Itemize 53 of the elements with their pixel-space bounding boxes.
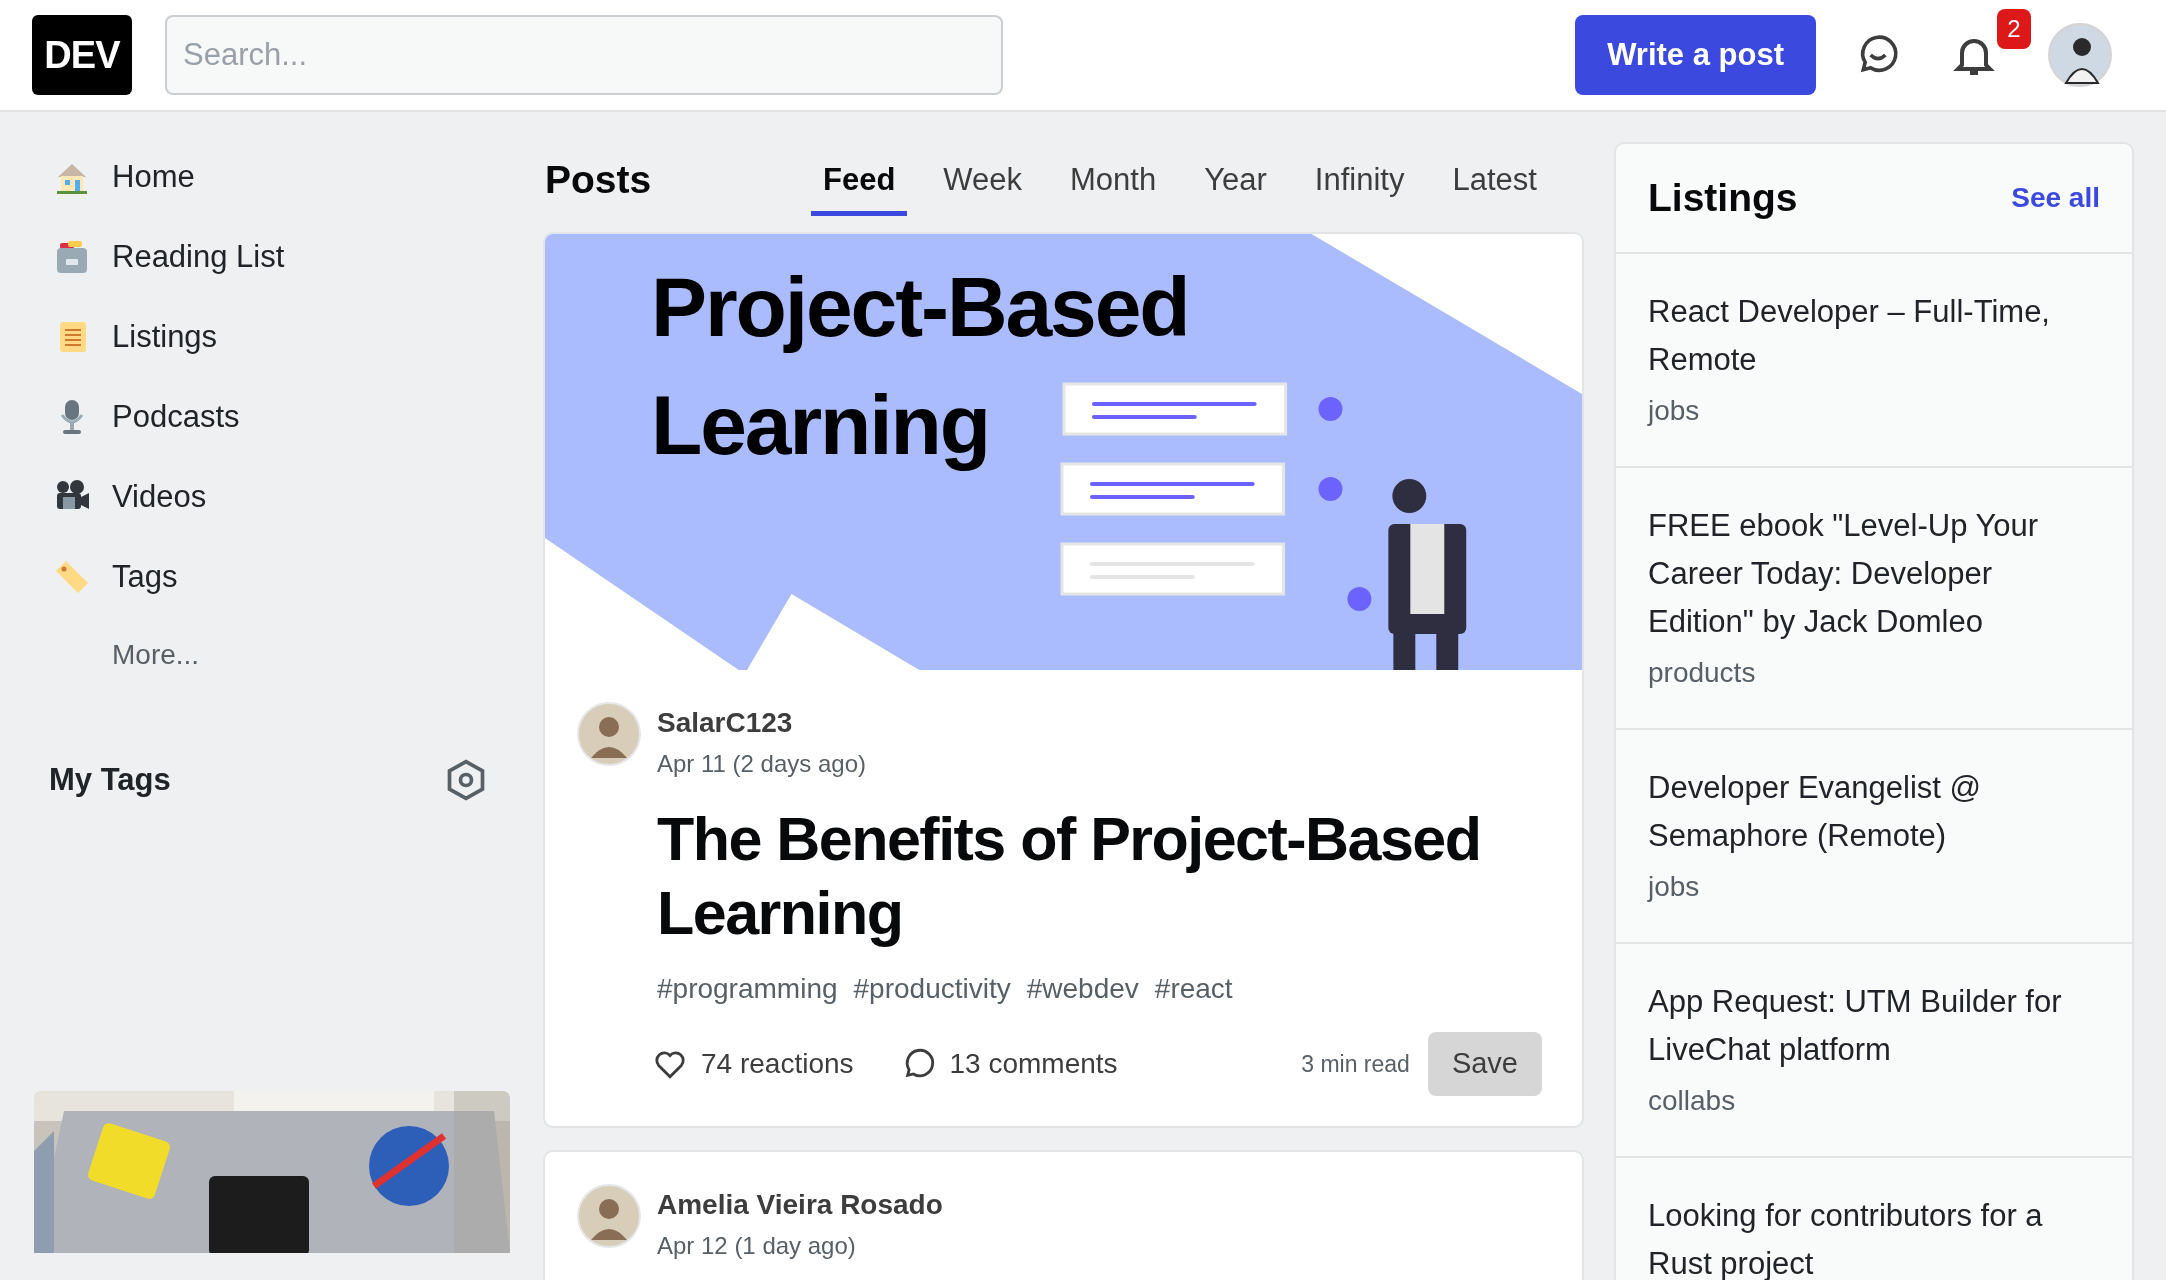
feed-tab[interactable]: Month <box>1058 144 1169 216</box>
listing-title: FREE ebook "Level-Up Your Career Today: Developer Edition" by Jack Domleo <box>1648 507 2040 641</box>
cover-title: Project-Based <box>651 259 1189 356</box>
post-tag[interactable]: #productivity <box>853 968 1011 1010</box>
feed-tab[interactable]: Year <box>1192 144 1279 216</box>
save-button[interactable]: Save <box>1427 1032 1542 1096</box>
comments-button[interactable]: 13 comments <box>895 1033 1124 1095</box>
listing-category: products <box>1648 656 1757 690</box>
posts-heading: Posts <box>545 156 653 203</box>
listing-title: React Developer – Full-Time, Remote <box>1648 293 2051 379</box>
see-all-link[interactable]: See all <box>2011 177 2100 219</box>
listing-item[interactable]: React Developer – Full-Time, Remote jobs <box>1616 254 2132 468</box>
listing-category: jobs <box>1648 870 1701 904</box>
sidebar-item[interactable]: Podcasts <box>34 377 510 457</box>
listing-title: App Request: UTM Builder for LiveChat platform <box>1648 983 2063 1069</box>
listings-heading: Listings <box>1648 174 1798 221</box>
avatar-icon <box>577 702 641 766</box>
user-avatar-icon[interactable] <box>2048 23 2112 87</box>
dev-logo[interactable]: DEV <box>32 15 132 95</box>
avatar-icon <box>577 1184 641 1248</box>
my-tags-heading: My Tags <box>49 761 171 799</box>
feed-tab[interactable]: Latest <box>1440 144 1549 216</box>
read-time: 3 min read <box>1301 1049 1410 1079</box>
post-tag[interactable]: #react <box>1154 968 1233 1010</box>
sidebar-item[interactable]: Listings <box>34 297 510 377</box>
listing-category: jobs <box>1648 394 1701 428</box>
cover-title: Learning <box>651 377 990 474</box>
sidebar-item[interactable]: Home <box>34 137 510 217</box>
author-name[interactable]: Amelia Vieira Rosado <box>657 1184 943 1226</box>
listing-item[interactable]: FREE ebook "Level-Up Your Career Today: Developer Edition" by Jack Domleo products <box>1616 468 2132 730</box>
feed-tab[interactable]: Infinity <box>1302 144 1417 216</box>
listing-title: Looking for contributors for a Rust project <box>1648 1197 2044 1280</box>
feed-tab[interactable]: Week <box>931 144 1035 216</box>
listing-item[interactable]: Developer Evangelist @ Semaphore (Remote) jobs <box>1616 730 2132 944</box>
author-name[interactable]: SalarC123 <box>657 702 866 744</box>
post-title[interactable]: The Benefits of Project-Based Learning <box>657 802 1542 950</box>
post-tag[interactable]: #programming <box>657 968 838 1010</box>
sidebar-item[interactable]: Videos <box>34 457 510 537</box>
notification-count: 2 <box>1997 9 2031 49</box>
sidebar-item[interactable]: Reading List <box>34 217 510 297</box>
listing-category: collabs <box>1648 1084 1737 1118</box>
more-link[interactable]: More... <box>34 625 200 685</box>
post-date: Apr 12 (1 day ago) <box>657 1231 857 1261</box>
sidebar-item[interactable]: Tags <box>34 537 510 617</box>
write-post-button[interactable]: Write a post <box>1575 15 1816 95</box>
post-tag[interactable]: #webdev <box>1026 968 1139 1010</box>
reactions-button[interactable]: 74 reactions <box>647 1033 860 1095</box>
listing-title: Developer Evangelist @ Semaphore (Remote) <box>1648 769 1983 855</box>
feed-tab[interactable]: Feed <box>811 144 908 216</box>
listing-item[interactable]: App Request: UTM Builder for LiveChat platform collabs <box>1616 944 2132 1158</box>
listing-item[interactable]: Looking for contributors for a Rust project <box>1616 1158 2132 1280</box>
search-field[interactable]: Search... <box>165 15 1003 95</box>
post-date: Apr 11 (2 days ago) <box>657 749 866 779</box>
